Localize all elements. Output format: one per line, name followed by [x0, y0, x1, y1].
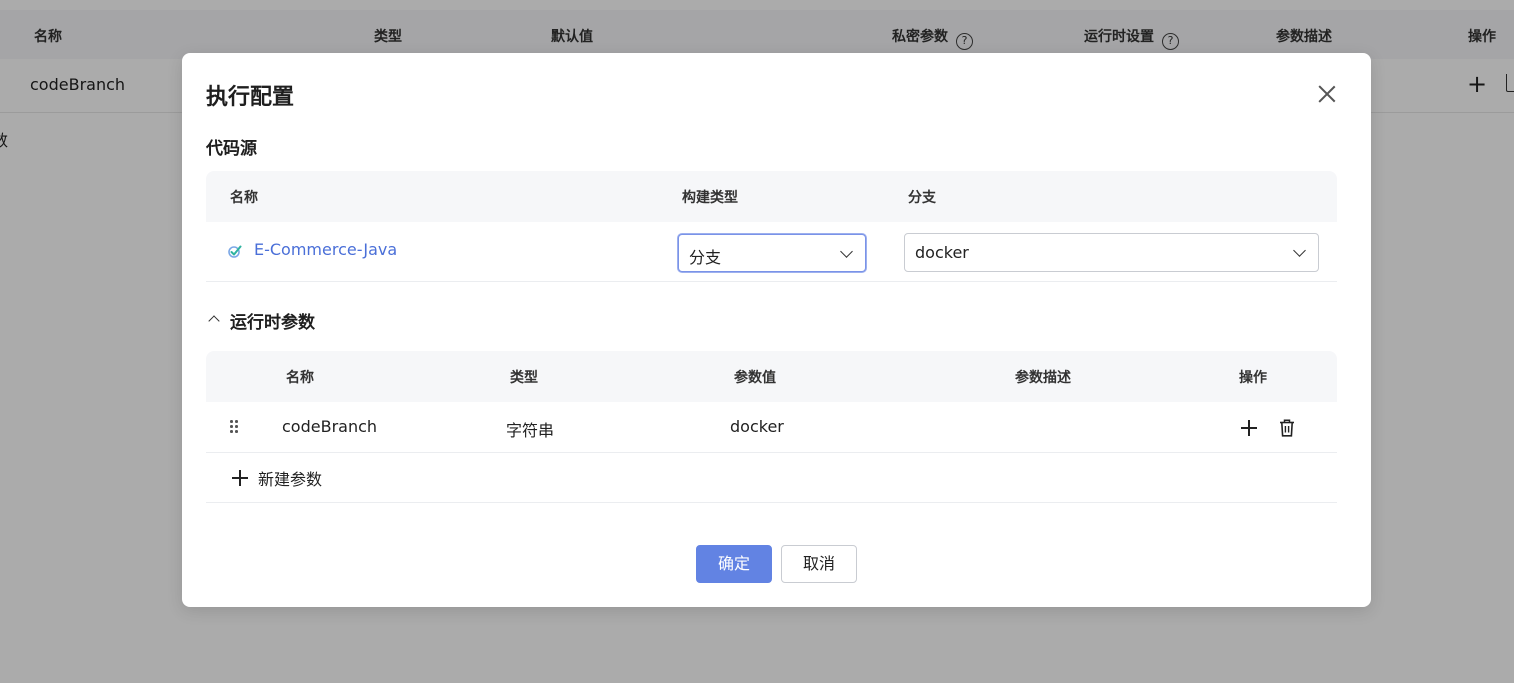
column-header-name: 名称	[230, 190, 258, 206]
table-row: codeBranch 字符串 docker	[206, 402, 1337, 453]
cancel-button[interactable]: 取消	[781, 545, 857, 583]
dialog-title: 执行配置	[206, 85, 295, 110]
param-value: docker	[730, 417, 784, 436]
column-header-description: 参数描述	[1015, 370, 1071, 386]
collapse-chevron-up-icon[interactable]	[208, 315, 220, 327]
runtime-params-table-header: 名称 类型 参数值 参数描述 操作	[206, 351, 1337, 402]
branch-value: docker	[915, 243, 969, 262]
add-row-plus-icon[interactable]	[1241, 420, 1257, 436]
code-source-table: 名称 构建类型 分支 E-Commerce-Java 分支 docker	[206, 171, 1337, 283]
column-header-value: 参数值	[734, 370, 776, 386]
column-header-type: 类型	[510, 370, 538, 386]
runtime-params-table: 名称 类型 参数值 参数描述 操作 codeBranch 字符串 docker	[206, 351, 1337, 503]
plus-icon[interactable]	[232, 470, 248, 486]
param-type: 字符串	[506, 421, 555, 440]
code-source-title: 代码源	[206, 139, 257, 159]
code-source-row: E-Commerce-Java 分支 docker	[206, 222, 1337, 282]
code-source-table-header: 名称 构建类型 分支	[206, 171, 1337, 222]
add-param-row[interactable]: 新建参数	[206, 453, 1337, 503]
confirm-button[interactable]: 确定	[696, 545, 772, 583]
column-header-actions: 操作	[1239, 370, 1267, 386]
trash-icon[interactable]	[1279, 419, 1295, 437]
drag-handle-icon[interactable]	[230, 420, 240, 436]
close-icon[interactable]	[1316, 83, 1338, 105]
param-name: codeBranch	[282, 417, 378, 436]
repository-link[interactable]: E-Commerce-Java	[254, 240, 397, 259]
runtime-params-title[interactable]: 运行时参数	[230, 308, 315, 333]
branch-select[interactable]: docker	[904, 233, 1319, 272]
execution-config-dialog: 执行配置 代码源 名称 构建类型 分支 E-Commerce-Java 分支 d…	[182, 53, 1371, 607]
column-header-build-type: 构建类型	[682, 190, 738, 206]
build-type-select[interactable]: 分支	[678, 234, 866, 272]
chevron-down-icon	[1293, 244, 1306, 257]
build-type-value: 分支	[689, 248, 722, 267]
column-header-branch: 分支	[908, 190, 936, 206]
repository-check-icon	[228, 245, 242, 258]
add-param-label[interactable]: 新建参数	[258, 466, 322, 490]
column-header-name: 名称	[286, 370, 314, 386]
chevron-down-icon	[840, 245, 853, 258]
